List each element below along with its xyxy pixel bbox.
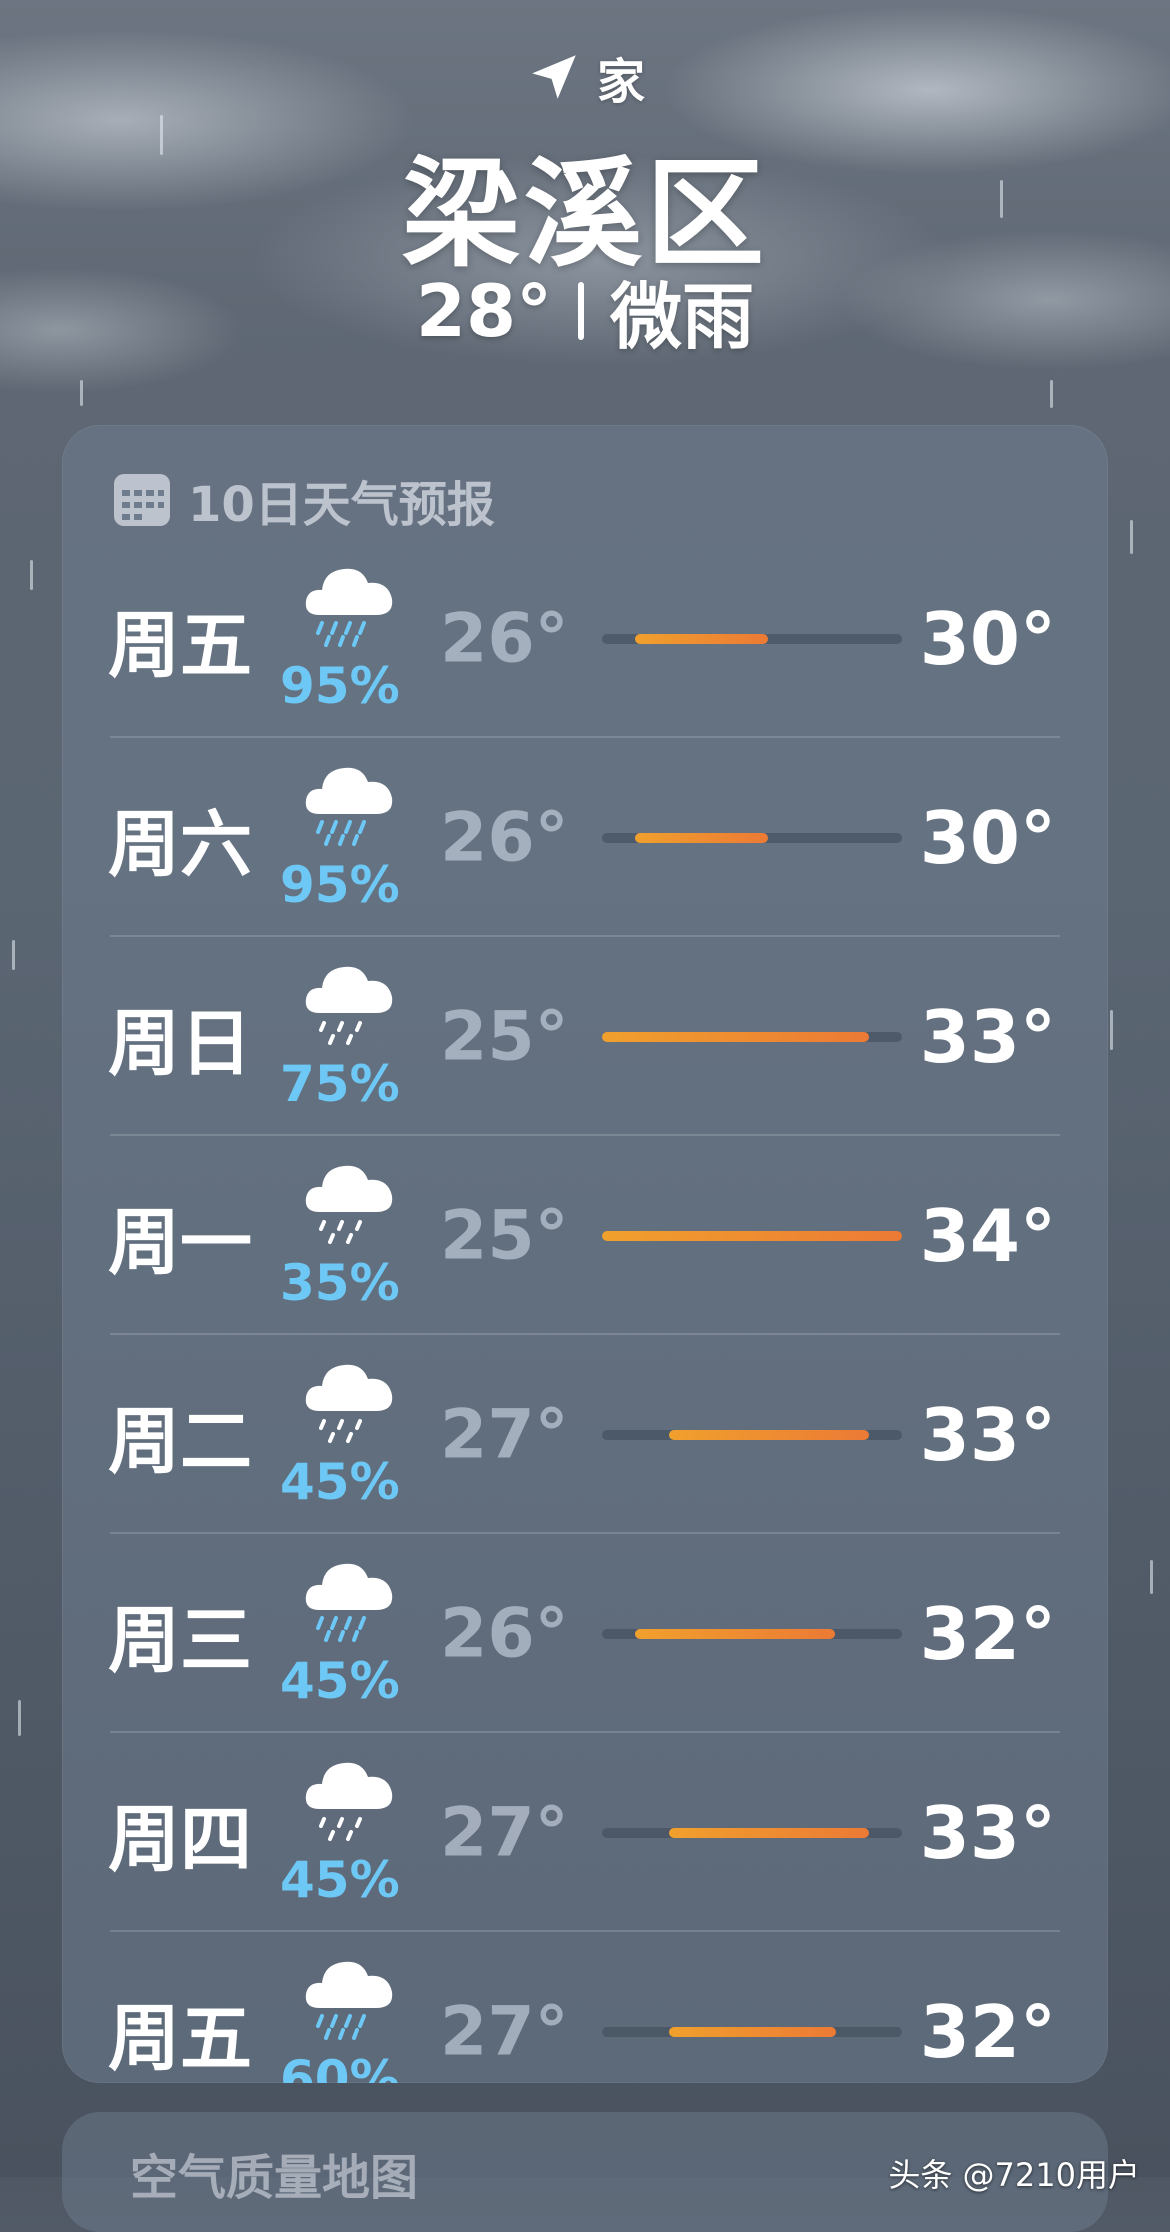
drizzle-cloud-icon (300, 1150, 400, 1246)
current-temperature: 28° (415, 268, 553, 353)
low-temperature: 27° (440, 1395, 569, 1474)
air-quality-title: 空气质量地图 (130, 2150, 419, 2206)
low-temperature: 26° (440, 798, 569, 877)
ten-day-forecast-card[interactable]: 10日天气预报 周五 95% 26° 30° 周六 95% 26° 30° 周日 75% 25° 33… (62, 425, 1108, 2083)
forecast-title: 10日天气预报 (188, 477, 495, 533)
forecast-row[interactable]: 周一 35% 25° 34° (62, 1136, 1108, 1335)
forecast-day: 周二 (108, 1399, 253, 1483)
calendar-icon (114, 474, 170, 526)
precip-chance: 60% (280, 2050, 400, 2083)
low-temperature: 27° (440, 1992, 569, 2071)
precip-chance: 75% (280, 1055, 400, 1113)
temperature-range-track (602, 1827, 902, 1838)
forecast-day: 周日 (108, 1001, 253, 1085)
forecast-row[interactable]: 周日 75% 25° 33° (62, 937, 1108, 1136)
forecast-row[interactable]: 周四 45% 27° 33° (62, 1733, 1108, 1932)
forecast-row[interactable]: 周五 95% 26° 30° (62, 539, 1108, 738)
forecast-day: 周一 (108, 1200, 253, 1284)
rain-cloud-icon (300, 752, 400, 848)
precip-chance: 45% (280, 1851, 400, 1909)
location-arrow-icon (532, 55, 576, 99)
location-row: 家 (0, 42, 1170, 112)
low-temperature: 25° (440, 1196, 569, 1275)
high-temperature: 34° (919, 1193, 1056, 1278)
drizzle-cloud-icon (300, 951, 400, 1047)
current-condition: 微雨 (610, 275, 755, 359)
high-temperature: 33° (919, 1392, 1056, 1477)
temperature-range-track (602, 2026, 902, 2037)
drizzle-cloud-icon (300, 1747, 400, 1843)
drizzle-cloud-icon (300, 1349, 400, 1445)
low-temperature: 25° (440, 997, 569, 1076)
temperature-range-bar (602, 1031, 869, 1042)
temperature-range-track (602, 832, 902, 843)
rain-streak (12, 940, 15, 970)
forecast-day: 周五 (108, 603, 253, 687)
temperature-range-bar (602, 1230, 902, 1241)
low-temperature: 27° (440, 1793, 569, 1872)
conditions-separator (578, 281, 585, 340)
watermark: 头条 @7210用户 (888, 2156, 1140, 2194)
temperature-range-bar (669, 1827, 869, 1838)
precip-chance: 45% (280, 1453, 400, 1511)
high-temperature: 33° (919, 994, 1056, 1079)
high-temperature: 33° (919, 1790, 1056, 1875)
low-temperature: 26° (440, 1594, 569, 1673)
temperature-range-bar (635, 832, 768, 843)
temperature-range-bar (669, 2026, 836, 2037)
temperature-range-bar (669, 1429, 869, 1440)
low-temperature: 26° (440, 599, 569, 678)
temperature-range-track (602, 1031, 902, 1042)
forecast-day: 周五 (108, 1996, 253, 2080)
forecast-row[interactable]: 周五 60% 27° 32° (62, 1932, 1108, 2083)
rain-cloud-icon (300, 553, 400, 649)
high-temperature: 30° (919, 596, 1056, 681)
rain-cloud-icon (300, 1548, 400, 1644)
high-temperature: 30° (919, 795, 1056, 880)
current-conditions: 28° 微雨 (0, 258, 1170, 363)
precip-chance: 35% (280, 1254, 400, 1312)
high-temperature: 32° (919, 1989, 1056, 2074)
rain-streak (80, 380, 83, 406)
rain-streak (1150, 1560, 1153, 1594)
location-label: 家 (596, 54, 645, 110)
forecast-card-header: 10日天气预报 (112, 465, 495, 535)
rain-streak (30, 560, 33, 590)
forecast-row[interactable]: 周二 45% 27° 33° (62, 1335, 1108, 1534)
precip-chance: 45% (280, 1652, 400, 1710)
temperature-range-bar (635, 1628, 835, 1639)
high-temperature: 32° (919, 1591, 1056, 1676)
precip-chance: 95% (280, 856, 400, 914)
forecast-day: 周六 (108, 802, 253, 886)
rain-streak (1050, 380, 1053, 408)
rain-streak (1110, 1010, 1113, 1050)
temperature-range-track (602, 1230, 902, 1241)
rain-streak (18, 1700, 21, 1736)
rain-cloud-icon (300, 1946, 400, 2042)
forecast-day: 周四 (108, 1797, 253, 1881)
forecast-row[interactable]: 周六 95% 26° 30° (62, 738, 1108, 937)
temperature-range-bar (635, 633, 768, 644)
temperature-range-track (602, 633, 902, 644)
forecast-row[interactable]: 周三 45% 26° 32° (62, 1534, 1108, 1733)
temperature-range-track (602, 1628, 902, 1639)
temperature-range-track (602, 1429, 902, 1440)
precip-chance: 95% (280, 657, 400, 715)
rain-streak (1130, 520, 1133, 554)
forecast-day: 周三 (108, 1598, 253, 1682)
